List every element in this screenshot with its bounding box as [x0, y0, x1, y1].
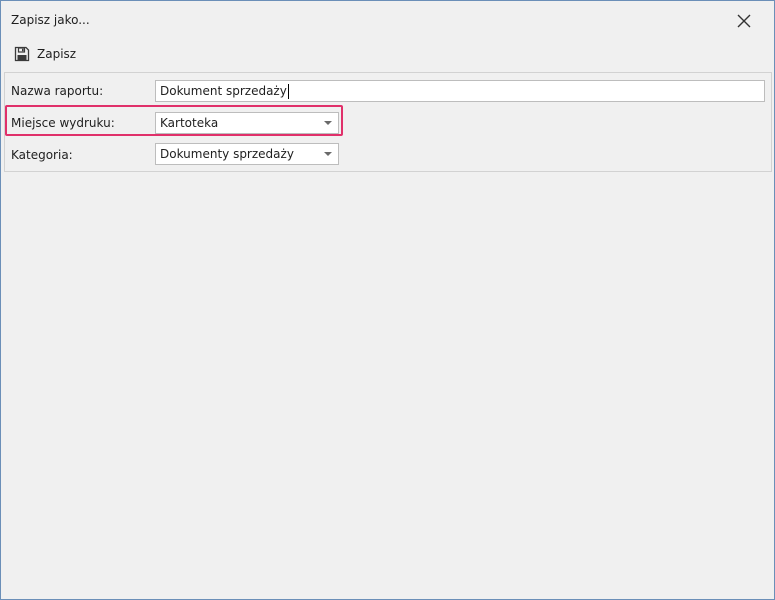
print-location-label: Miejsce wydruku:	[11, 116, 115, 130]
title-bar: Zapisz jako...	[1, 1, 774, 39]
close-icon	[737, 14, 751, 28]
category-dropdown[interactable]: Dokumenty sprzedaży	[155, 143, 339, 165]
category-label: Kategoria:	[11, 148, 73, 162]
print-location-value: Kartoteka	[160, 116, 219, 130]
report-name-input[interactable]: Dokument sprzedaży	[155, 80, 765, 102]
toolbar: Zapisz	[1, 41, 774, 69]
save-as-dialog: Zapisz jako... Zapisz Nazwa raportu: Dok…	[0, 0, 775, 600]
form-panel: Nazwa raportu: Dokument sprzedaży Miejsc…	[4, 72, 772, 172]
print-location-dropdown[interactable]: Kartoteka	[155, 112, 339, 134]
report-name-value: Dokument sprzedaży	[160, 84, 287, 98]
save-button[interactable]: Zapisz	[9, 43, 80, 65]
text-caret	[287, 83, 289, 99]
floppy-disk-icon	[13, 45, 31, 63]
window-title: Zapisz jako...	[11, 13, 90, 27]
chevron-down-icon	[318, 113, 338, 133]
report-name-label: Nazwa raportu:	[11, 84, 104, 98]
chevron-down-icon	[318, 144, 338, 164]
category-value: Dokumenty sprzedaży	[160, 147, 294, 161]
close-button[interactable]	[725, 7, 763, 35]
save-button-label: Zapisz	[37, 47, 77, 61]
